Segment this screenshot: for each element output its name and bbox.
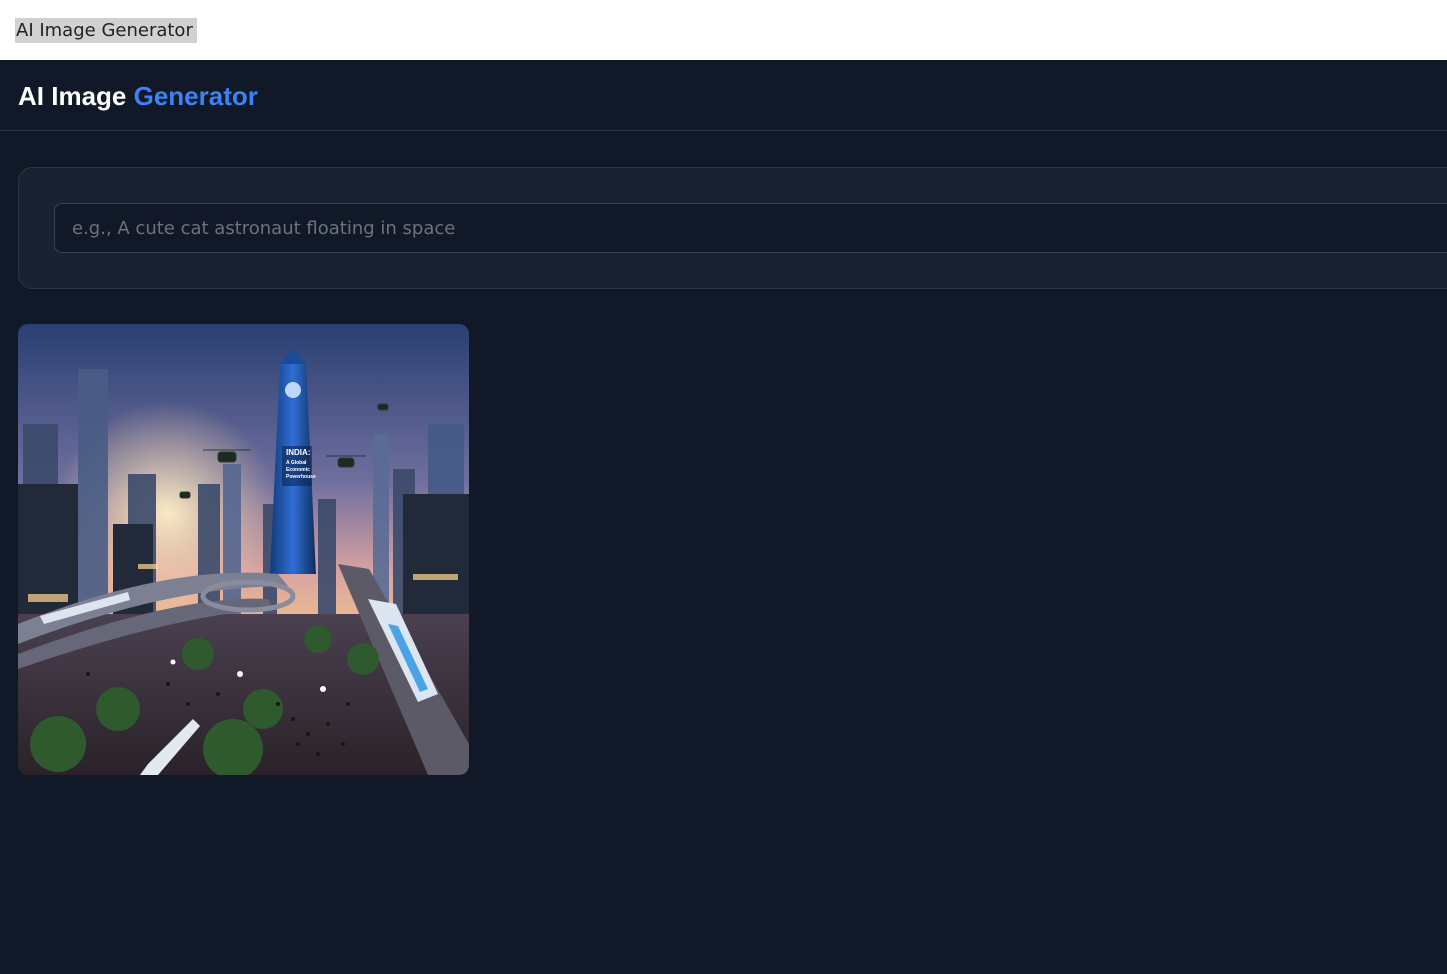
generated-image-artwork: INDIA: A Global Economic Powerhouse bbox=[18, 324, 469, 775]
billboard-line-4: Powerhouse bbox=[286, 474, 316, 480]
browser-top-bar: AI Image Generator bbox=[0, 0, 1447, 60]
generated-image[interactable]: INDIA: A Global Economic Powerhouse bbox=[18, 324, 469, 775]
prompt-input[interactable] bbox=[54, 203, 1447, 253]
app-header: AI Image Generator bbox=[0, 60, 1447, 131]
app-title-accent: Generator bbox=[133, 81, 258, 111]
billboard-line-2: A Global bbox=[286, 460, 307, 466]
app-title: AI Image Generator bbox=[18, 80, 258, 112]
billboard-line-3: Economic bbox=[286, 467, 310, 473]
image-gallery: INDIA: A Global Economic Powerhouse bbox=[18, 324, 469, 775]
app-container: AI Image Generator e.g., A cute cat astr… bbox=[0, 60, 1447, 974]
billboard-line-1: INDIA: bbox=[286, 448, 310, 457]
window-title[interactable]: AI Image Generator bbox=[15, 18, 197, 43]
prompt-card bbox=[18, 167, 1447, 289]
app-title-main: AI Image bbox=[18, 81, 127, 111]
